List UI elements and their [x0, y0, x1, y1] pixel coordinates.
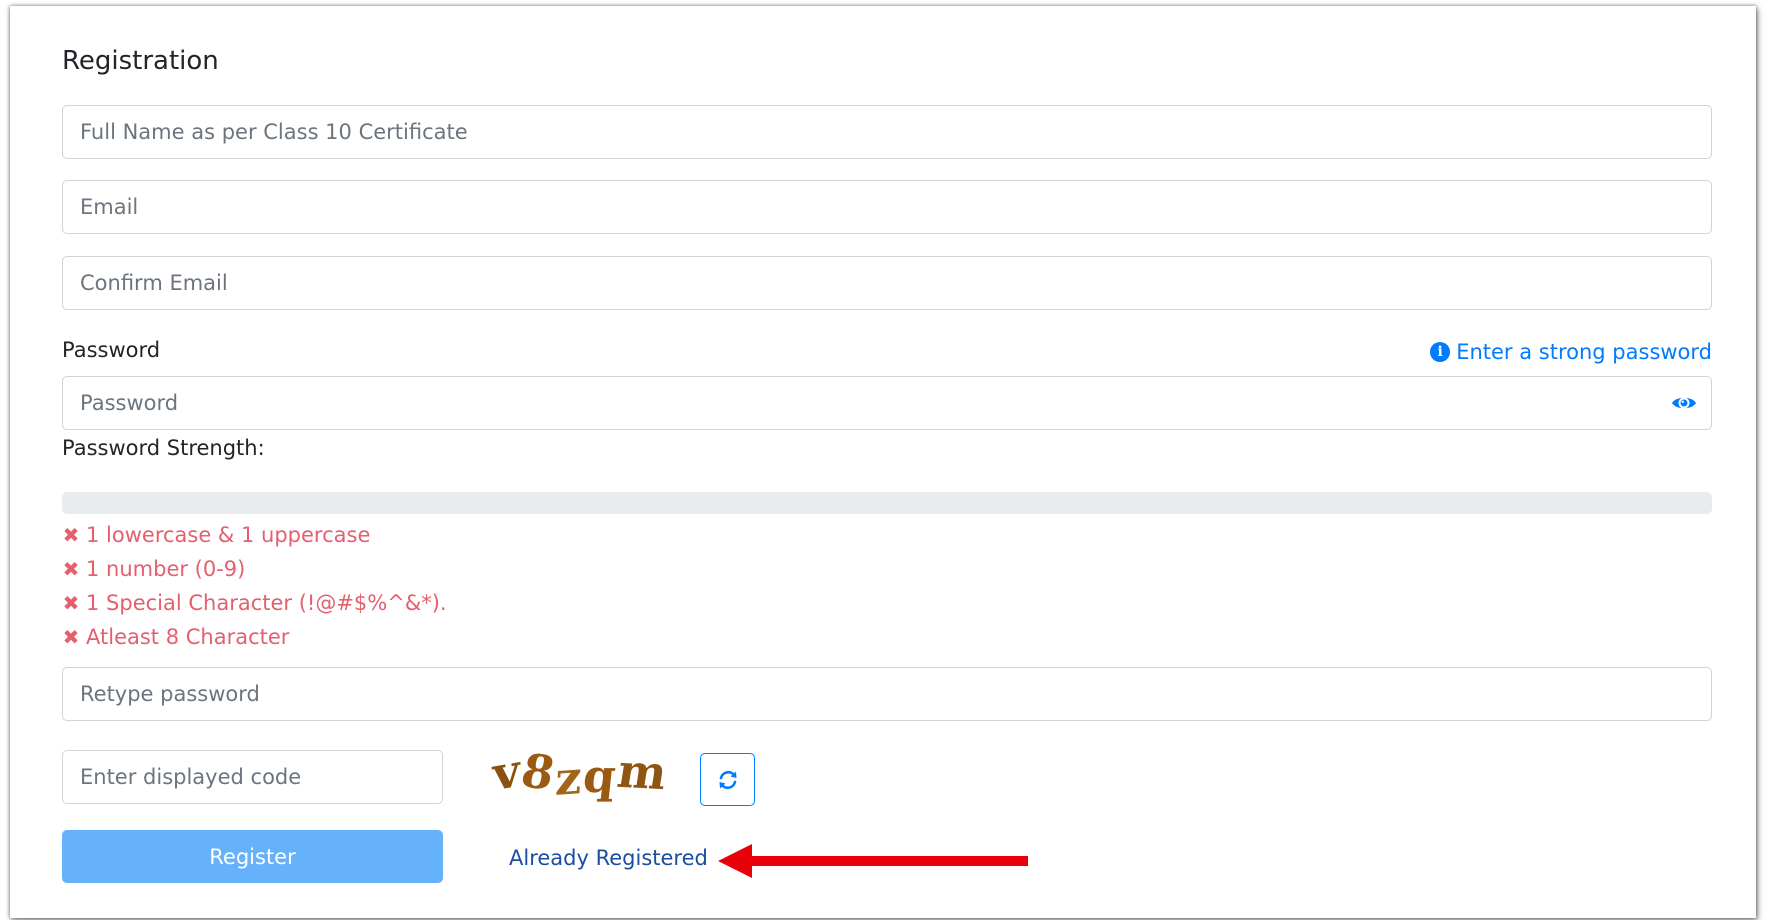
password-label: Password	[62, 338, 161, 362]
eye-icon[interactable]	[1671, 391, 1697, 415]
times-icon: ✖	[62, 557, 80, 581]
password-rule: ✖ 1 number (0-9)	[62, 552, 447, 586]
times-icon: ✖	[62, 523, 80, 547]
full-name-input[interactable]	[63, 106, 1711, 158]
rule-text: 1 number (0-9)	[86, 557, 246, 581]
password-strength-label: Password Strength:	[62, 436, 265, 460]
page-title: Registration	[62, 46, 219, 76]
password-hint-text: Enter a strong password	[1456, 340, 1712, 364]
confirm-email-input[interactable]	[63, 257, 1711, 309]
info-circle-icon: i	[1430, 342, 1451, 362]
rule-text: 1 Special Character (!@#$%^&*).	[86, 591, 447, 615]
times-icon: ✖	[62, 625, 80, 649]
password-rules-list: ✖ 1 lowercase & 1 uppercase ✖ 1 number (…	[62, 518, 447, 654]
retype-password-field[interactable]	[62, 667, 1712, 721]
captcha-char: m	[613, 743, 673, 801]
captcha-image: v8zqm	[490, 743, 673, 806]
password-hint[interactable]: i Enter a strong password	[1430, 340, 1712, 364]
red-arrow-annotation	[718, 844, 1028, 878]
password-input[interactable]	[63, 377, 1711, 429]
confirm-email-field[interactable]	[62, 256, 1712, 310]
rule-text: Atleast 8 Character	[86, 625, 290, 649]
email-input[interactable]	[63, 181, 1711, 233]
password-rule: ✖ 1 Special Character (!@#$%^&*).	[62, 586, 447, 620]
password-rule: ✖ 1 lowercase & 1 uppercase	[62, 518, 447, 552]
password-field[interactable]	[62, 376, 1712, 430]
password-strength-bar	[62, 492, 1712, 514]
captcha-input[interactable]	[63, 751, 442, 803]
rule-text: 1 lowercase & 1 uppercase	[86, 523, 371, 547]
captcha-char: z	[554, 750, 585, 806]
times-icon: ✖	[62, 591, 80, 615]
captcha-field[interactable]	[62, 750, 443, 804]
full-name-field[interactable]	[62, 105, 1712, 159]
register-button[interactable]: Register	[62, 830, 443, 883]
email-field[interactable]	[62, 180, 1712, 234]
already-registered-link[interactable]: Already Registered	[509, 846, 708, 870]
retype-password-input[interactable]	[63, 668, 1711, 720]
refresh-captcha-button[interactable]	[700, 753, 755, 806]
refresh-icon	[719, 770, 736, 789]
password-rule: ✖ Atleast 8 Character	[62, 620, 447, 654]
